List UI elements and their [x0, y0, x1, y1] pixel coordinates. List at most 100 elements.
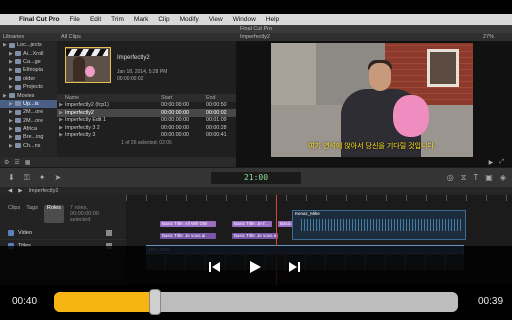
clip-filter-dropdown[interactable]: All Clips	[57, 33, 236, 41]
column-start[interactable]: Start	[161, 95, 206, 101]
menu-file[interactable]: File	[64, 16, 84, 23]
library-item[interactable]: ▶ Projects	[0, 83, 57, 91]
clip-end: 00:01:09	[206, 117, 227, 124]
clip-row[interactable]: ▶ Imperfectly2 00:00:00:00 00:00:02	[57, 109, 236, 117]
title-clip[interactable]: Basic Title: Je vous ai	[160, 233, 216, 239]
tab-clips[interactable]: Clips	[8, 205, 20, 223]
role-label: Video	[18, 230, 32, 236]
skip-forward-icon[interactable]	[287, 260, 301, 274]
library-item-label: Loc...jects	[17, 42, 42, 49]
enhance-icon[interactable]: ✦	[39, 173, 46, 183]
library-item[interactable]: ▶ Ca...ge	[0, 58, 57, 66]
import-icon[interactable]: ⬇	[8, 173, 15, 183]
list-view-icon[interactable]: ☰	[14, 159, 19, 166]
library-item[interactable]: ▶ Up...is	[0, 99, 57, 109]
column-end[interactable]: End	[206, 95, 236, 101]
event-icon	[15, 84, 21, 90]
roles-count: 7 roles, 00:00:00:00 selected	[69, 205, 99, 223]
project-name: Imperfectly2	[28, 188, 59, 194]
menu-view[interactable]: View	[204, 16, 228, 23]
effects-icon[interactable]: ◎	[447, 173, 454, 183]
library-item[interactable]: ▶ Movies	[0, 91, 57, 99]
thumbnail-figure	[73, 57, 85, 81]
library-item[interactable]: ▶ Bre...ing	[0, 133, 57, 141]
progress-bar[interactable]	[54, 292, 458, 312]
video-person-head	[369, 63, 391, 91]
library-item[interactable]: ▶ Ch...ns	[0, 142, 57, 150]
event-icon	[15, 67, 21, 73]
play-button-icon[interactable]	[248, 260, 262, 274]
event-icon	[15, 51, 21, 57]
library-item[interactable]: ▶ older	[0, 75, 57, 83]
menu-modify[interactable]: Modify	[175, 16, 204, 23]
library-item-label: Ai...Xroll	[23, 50, 44, 57]
clip-row[interactable]: ▶ Imperfectly Edit 1 00:00:00:00 00:01:09	[57, 117, 236, 125]
tab-tags[interactable]: Tags	[26, 205, 38, 223]
clip-end: 00:00:50	[206, 102, 227, 109]
settings-icon[interactable]: ⚙	[4, 159, 9, 166]
menu-window[interactable]: Window	[228, 16, 261, 23]
menu-trim[interactable]: Trim	[106, 16, 129, 23]
menubar: Final Cut Pro File Edit Trim Mark Clip M…	[0, 14, 512, 25]
clip-end: 00:00:28	[206, 124, 227, 131]
checkbox-icon[interactable]	[8, 230, 14, 236]
library-item[interactable]: ▶ 2M...ore	[0, 117, 57, 125]
library-item[interactable]: ▶ Ai...Xroll	[0, 49, 57, 57]
transitions-icon[interactable]: ⧖	[461, 173, 467, 183]
role-video[interactable]: Video	[0, 227, 126, 240]
menu-clip[interactable]: Clip	[153, 16, 174, 23]
player-controls	[0, 256, 512, 280]
role-lane-icon[interactable]	[106, 230, 112, 236]
thumbnail-flowers	[85, 66, 95, 77]
event-icon	[15, 126, 21, 132]
event-icon	[15, 59, 21, 65]
clip-start: 00:00:00:00	[161, 102, 189, 109]
app-menu[interactable]: Final Cut Pro	[14, 16, 64, 23]
generators-icon[interactable]: ▣	[485, 173, 493, 183]
library-item-label: Ch...ns	[23, 142, 41, 149]
video-frame	[271, 43, 473, 157]
filmstrip-view-icon[interactable]: ▦	[25, 159, 31, 166]
event-icon	[15, 134, 21, 140]
column-name[interactable]: Name	[65, 95, 161, 101]
themes-icon[interactable]: ◈	[500, 173, 506, 183]
clip-row[interactable]: ▶ Imperfectly 3 00:00:00:00 00:00:41	[57, 132, 236, 140]
library-item[interactable]: ▶ Africa	[0, 125, 57, 133]
clip-name: Imperfectly2 (fcp1)	[65, 102, 109, 109]
menu-help[interactable]: Help	[261, 16, 284, 23]
back-arrow-icon[interactable]: ◀	[8, 188, 12, 194]
clip-start: 00:00:00:00	[161, 109, 189, 116]
library-item-label: older	[23, 75, 36, 82]
library-item[interactable]: ▶ Ethiopia	[0, 66, 57, 74]
progress-knob[interactable]	[149, 289, 161, 315]
library-item-label: 2M...ore	[23, 109, 44, 116]
library-header: Libraries	[0, 33, 57, 41]
menu-mark[interactable]: Mark	[129, 16, 153, 23]
keyword-icon[interactable]: ⚿	[24, 173, 30, 183]
library-item-label: Ethiopia	[23, 67, 43, 74]
menu-edit[interactable]: Edit	[85, 16, 106, 23]
tab-roles[interactable]: Roles	[43, 205, 64, 223]
title-clip[interactable]: Basic Title: All Will GW	[160, 221, 216, 227]
viewer-zoom[interactable]: 27%	[483, 33, 512, 41]
editing-toolbar: ⬇ ⚿ ✦ ➤ 21:00 ◎ ⧖ T ▣ ◈	[0, 167, 512, 187]
clip-row[interactable]: ▶ Imperfectly 3 2 00:00:00:00 00:00:28	[57, 124, 236, 132]
play-icon[interactable]: ▶	[489, 159, 494, 166]
select-tool-icon[interactable]: ➤	[55, 173, 62, 183]
skip-back-icon[interactable]	[208, 260, 222, 274]
library-item-label: Africa	[23, 126, 38, 133]
library-item[interactable]: ▶ 2M...ore	[0, 108, 57, 116]
clip-title: Imperfectly2	[117, 55, 150, 61]
forward-arrow-icon[interactable]: ▶	[18, 188, 22, 194]
clip-row[interactable]: ▶ Imperfectly2 (fcp1) 00:00:00:00 00:00:50	[57, 102, 236, 110]
fullscreen-icon[interactable]: ⤢	[499, 159, 504, 166]
subtitle-text: 여기 연석에 앉아서 당신을 기다릴 것입니다.	[308, 143, 436, 150]
title-clip[interactable]: Basic Title: Je vous ai	[232, 233, 278, 239]
library-item[interactable]: ▶ Loc...jects	[0, 41, 57, 49]
titles-icon[interactable]: T	[473, 173, 478, 183]
title-clip[interactable]: Basic Title: Je t'...	[232, 221, 272, 227]
viewer-title: Imperfectly2	[240, 34, 270, 40]
timeline-ruler[interactable]	[126, 195, 512, 201]
event-icon	[15, 101, 21, 107]
end-time: 00:39	[478, 296, 504, 307]
